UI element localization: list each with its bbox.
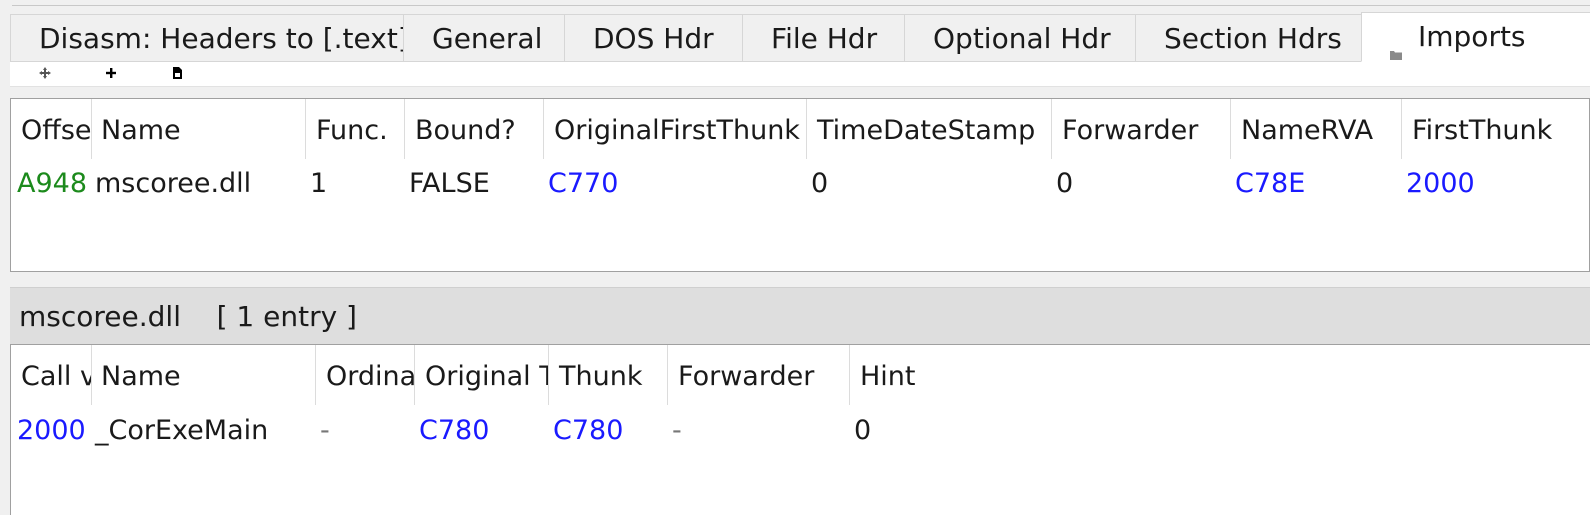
column-header-func[interactable]: Func. <box>306 99 404 161</box>
tab-label: Imports <box>1418 20 1526 53</box>
table-row[interactable]: 2000 _CorExeMain - C780 C780 - 0 <box>11 409 1590 453</box>
tab-bar: Disasm: Headers to [.text] General DOS H… <box>10 12 1590 62</box>
tab-imports[interactable]: Imports <box>1361 12 1590 62</box>
cell-hint[interactable]: 0 <box>850 409 970 453</box>
dll-section-title: mscoree.dll [ 1 entry ] <box>19 300 357 333</box>
left-edge <box>0 14 10 515</box>
tab-disasm-headers[interactable]: Disasm: Headers to [.text] <box>10 14 409 62</box>
cell-name[interactable]: mscoree.dll <box>91 162 305 206</box>
column-header-name-rva[interactable]: NameRVA <box>1231 99 1401 161</box>
column-header-forwarder[interactable]: Forwarder <box>1052 99 1230 161</box>
tab-file-hdr[interactable]: File Hdr <box>742 14 905 62</box>
top-strip <box>0 0 1590 14</box>
pe-viewer-window: Disasm: Headers to [.text] General DOS H… <box>0 0 1590 515</box>
cell-name[interactable]: _CorExeMain <box>91 409 315 453</box>
cell-time-date-stamp[interactable]: 0 <box>807 162 1051 206</box>
column-header-hint[interactable]: Hint <box>850 345 970 407</box>
cell-name-rva[interactable]: C78E <box>1231 162 1401 206</box>
column-header-thunk[interactable]: Thunk <box>549 345 667 407</box>
cell-original-first-thunk[interactable]: C770 <box>544 162 806 206</box>
tab-label: Optional Hdr <box>933 22 1111 55</box>
cell-func[interactable]: 1 <box>306 162 404 206</box>
move-icon[interactable] <box>36 64 54 82</box>
folder-icon <box>1390 27 1402 60</box>
plus-icon[interactable] <box>102 64 120 82</box>
column-header-original-thunk[interactable]: Original Thunk <box>415 345 548 407</box>
cell-first-thunk[interactable]: 2000 <box>1402 162 1590 206</box>
column-header-offset[interactable]: Offset <box>11 99 91 161</box>
toolbar <box>10 62 1590 87</box>
cell-forwarder[interactable]: - <box>668 409 849 453</box>
functions-table: Call via Name Ordinal Original Thunk Thu… <box>10 344 1590 515</box>
cell-call-via[interactable]: 2000 <box>13 409 91 453</box>
tab-section-hdrs[interactable]: Section Hdrs <box>1135 14 1362 62</box>
column-header-name[interactable]: Name <box>91 345 315 407</box>
tab-label: DOS Hdr <box>593 22 714 55</box>
cell-bound[interactable]: FALSE <box>405 162 543 206</box>
tab-general[interactable]: General <box>403 14 565 62</box>
column-header-time-date-stamp[interactable]: TimeDateStamp <box>807 99 1051 161</box>
column-header-name[interactable]: Name <box>91 99 305 161</box>
cell-offset[interactable]: A948 <box>13 162 91 206</box>
table-row[interactable]: A948 mscoree.dll 1 FALSE C770 0 0 C78E 2… <box>11 162 1589 206</box>
dll-section-bar: mscoree.dll [ 1 entry ] <box>10 287 1590 345</box>
cell-forwarder[interactable]: 0 <box>1052 162 1230 206</box>
cell-ordinal[interactable]: - <box>316 409 414 453</box>
tab-label: General <box>432 22 543 55</box>
functions-table-header: Call via Name Ordinal Original Thunk Thu… <box>11 345 1590 407</box>
cell-original-thunk[interactable]: C780 <box>415 409 548 453</box>
column-header-original-first-thunk[interactable]: OriginalFirstThunk <box>544 99 806 161</box>
tab-optional-hdr[interactable]: Optional Hdr <box>904 14 1136 62</box>
column-header-bound[interactable]: Bound? <box>405 99 543 161</box>
save-icon[interactable] <box>168 64 186 82</box>
column-header-forwarder[interactable]: Forwarder <box>668 345 849 407</box>
column-header-ordinal[interactable]: Ordinal <box>316 345 414 407</box>
column-header-call-via[interactable]: Call via <box>11 345 91 407</box>
tab-dos-hdr[interactable]: DOS Hdr <box>564 14 743 62</box>
cell-thunk[interactable]: C780 <box>549 409 667 453</box>
column-header-first-thunk[interactable]: FirstThunk <box>1402 99 1590 161</box>
imports-table: Offset Name Func. Bound? OriginalFirstTh… <box>10 98 1590 272</box>
tab-label: File Hdr <box>771 22 878 55</box>
tab-label: Section Hdrs <box>1164 22 1342 55</box>
tab-label: Disasm: Headers to [.text] <box>39 22 409 55</box>
imports-table-header: Offset Name Func. Bound? OriginalFirstTh… <box>11 99 1589 161</box>
